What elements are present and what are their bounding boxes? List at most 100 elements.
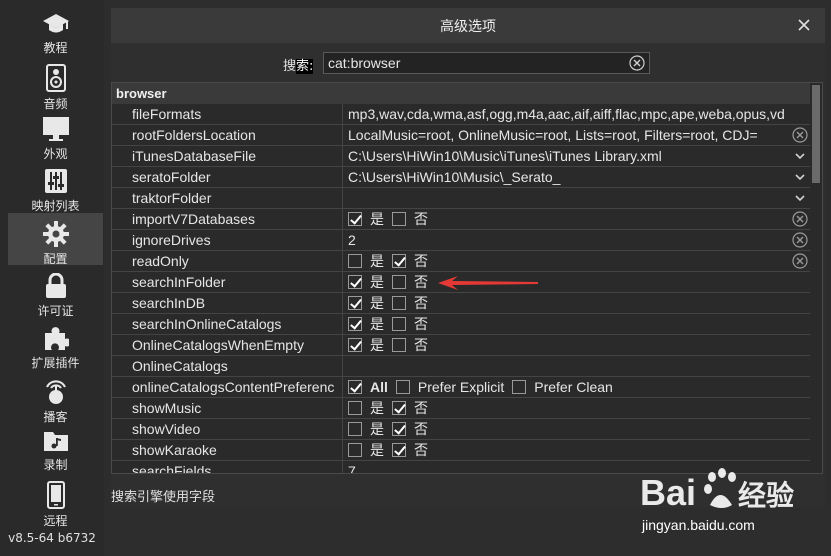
dropdown-button[interactable]: [792, 148, 808, 164]
option-value[interactable]: [344, 188, 810, 208]
sidebar-item-audio[interactable]: 音频: [8, 56, 103, 111]
option-value[interactable]: C:\Users\HiWin10\Music\_Serato_: [344, 167, 810, 187]
option-value[interactable]: 是否: [344, 272, 810, 292]
close-icon: [798, 19, 810, 31]
option-value[interactable]: All Prefer Explicit Prefer Clean: [344, 377, 810, 397]
yes-checkbox[interactable]: [348, 296, 362, 310]
dialog-titlebar: 高级选项: [111, 8, 825, 43]
option-value[interactable]: 是否: [344, 293, 810, 313]
option-row[interactable]: onlineCatalogsContentPreferenc All Prefer …: [112, 377, 810, 398]
content-preference-checkbox[interactable]: [395, 380, 410, 394]
option-row[interactable]: seratoFolder C:\Users\HiWin10\Music\_Sera…: [112, 167, 810, 188]
option-name: seratoFolder: [112, 167, 343, 187]
sidebar-item-license[interactable]: 许可证: [8, 265, 103, 318]
no-label: 否: [414, 400, 428, 416]
sidebar-item-remote[interactable]: 远程: [8, 473, 103, 528]
reset-button[interactable]: [792, 127, 808, 143]
sidebar-item-plugins[interactable]: 扩展插件: [8, 317, 103, 370]
no-label: 否: [414, 253, 428, 269]
option-row[interactable]: readOnly 是否: [112, 251, 810, 272]
no-checkbox[interactable]: [392, 338, 406, 352]
clear-search-button[interactable]: [629, 55, 645, 71]
content-preference-label: Prefer Explicit: [417, 379, 505, 395]
puzzle-icon: [42, 325, 70, 351]
option-row[interactable]: OnlineCatalogs: [112, 356, 810, 377]
reset-button[interactable]: [792, 253, 808, 269]
speaker-icon: [42, 64, 70, 92]
option-row[interactable]: rootFoldersLocation LocalMusic=root, Onli…: [112, 125, 810, 146]
yes-label: 是: [370, 400, 384, 416]
clear-circle-icon: [629, 55, 645, 71]
no-checkbox[interactable]: [392, 296, 406, 310]
sidebar-item-mappings[interactable]: 映射列表: [8, 160, 103, 213]
search-input[interactable]: [328, 54, 628, 72]
option-value[interactable]: 是否: [344, 209, 810, 229]
reset-button[interactable]: [792, 232, 808, 248]
option-row[interactable]: showVideo 是否: [112, 419, 810, 440]
option-name: importV7Databases: [112, 209, 343, 229]
sidebar-item-appearance[interactable]: 外观: [8, 108, 103, 161]
sidebar-item-tutorial[interactable]: 教程: [8, 4, 103, 56]
option-value[interactable]: 是否: [344, 440, 810, 460]
chevron-down-icon: [795, 195, 805, 202]
option-row[interactable]: searchInOnlineCatalogs 是否: [112, 314, 810, 335]
option-name: readOnly: [112, 251, 343, 271]
option-row[interactable]: OnlineCatalogsWhenEmpty 是否: [112, 335, 810, 356]
option-value[interactable]: 2: [344, 230, 810, 250]
yes-label: 是: [370, 253, 384, 269]
option-value[interactable]: 是否: [344, 314, 810, 334]
vertical-scrollbar[interactable]: [810, 83, 822, 473]
lock-icon: [42, 273, 70, 299]
yes-label: 是: [370, 274, 384, 290]
option-row[interactable]: importV7Databases 是否: [112, 209, 810, 230]
yes-checkbox[interactable]: [348, 422, 362, 436]
yes-checkbox[interactable]: [348, 317, 362, 331]
option-value[interactable]: 是否: [344, 419, 810, 439]
yes-checkbox[interactable]: [348, 212, 362, 226]
option-value[interactable]: mp3,wav,cda,wma,asf,ogg,m4a,aac,aif,aiff…: [344, 104, 810, 124]
option-row[interactable]: showMusic 是否: [112, 398, 810, 419]
sidebar-item-podcast[interactable]: 播客: [8, 369, 103, 424]
option-value[interactable]: LocalMusic=root, OnlineMusic=root, Lists…: [344, 125, 810, 145]
dropdown-button[interactable]: [792, 190, 808, 206]
no-checkbox[interactable]: [392, 275, 406, 289]
no-label: 否: [414, 295, 428, 311]
option-value[interactable]: 是否: [344, 398, 810, 418]
option-name: searchInFolder: [112, 272, 343, 292]
reset-button[interactable]: [792, 211, 808, 227]
no-checkbox[interactable]: [392, 317, 406, 331]
option-row[interactable]: showKaraoke 是否: [112, 440, 810, 461]
dropdown-button[interactable]: [792, 169, 808, 185]
option-name: fileFormats: [112, 104, 343, 124]
option-row[interactable]: searchInDB 是否: [112, 293, 810, 314]
no-label: 否: [414, 211, 428, 227]
yes-checkbox[interactable]: [348, 254, 362, 268]
no-checkbox[interactable]: [392, 401, 406, 415]
yes-checkbox[interactable]: [348, 275, 362, 289]
option-row[interactable]: iTunesDatabaseFile C:\Users\HiWin10\Music…: [112, 146, 810, 167]
yes-checkbox[interactable]: [348, 443, 362, 457]
option-value[interactable]: 是否: [344, 251, 810, 271]
yes-label: 是: [370, 316, 384, 332]
no-checkbox[interactable]: [392, 254, 406, 268]
sidebar-item-config[interactable]: 配置: [8, 213, 103, 266]
yes-checkbox[interactable]: [348, 401, 362, 415]
content-preference-checkbox[interactable]: [512, 380, 527, 394]
close-button[interactable]: [795, 16, 813, 34]
no-checkbox[interactable]: [392, 422, 406, 436]
version-label: v8.5-64 b6732: [8, 531, 96, 545]
advanced-options-dialog: 高级选项 搜索: browser fileFormatsmp3,wav,cda,…: [111, 8, 825, 508]
option-value[interactable]: 是否: [344, 335, 810, 355]
option-value[interactable]: C:\Users\HiWin10\Music\iTunes\iTunes Lib…: [344, 146, 810, 166]
no-checkbox[interactable]: [392, 212, 406, 226]
sidebar-item-record[interactable]: 录制: [8, 421, 103, 473]
option-row[interactable]: traktorFolder: [112, 188, 810, 209]
content-preference-checkbox[interactable]: [348, 380, 362, 394]
option-value[interactable]: [344, 356, 810, 376]
scroll-thumb[interactable]: [812, 85, 820, 183]
no-checkbox[interactable]: [392, 443, 406, 457]
option-row[interactable]: fileFormats mp3,wav,cda,wma,asf,ogg,m4a,a…: [112, 104, 810, 125]
option-row[interactable]: searchInFolder 是否: [112, 272, 810, 293]
option-row[interactable]: ignoreDrives 2: [112, 230, 810, 251]
yes-checkbox[interactable]: [348, 338, 362, 352]
